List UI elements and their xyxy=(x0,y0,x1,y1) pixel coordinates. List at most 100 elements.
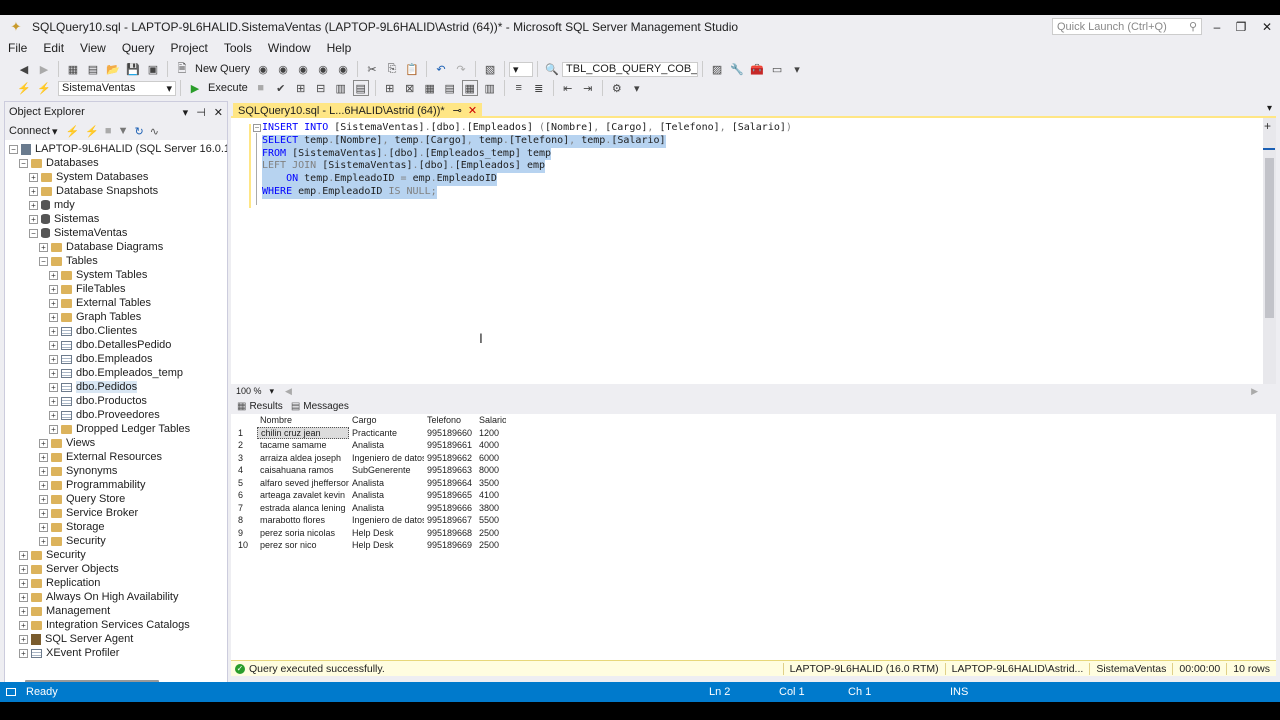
expand-icon[interactable]: + xyxy=(39,508,48,518)
grid-cell[interactable]: 995189669 xyxy=(424,540,476,550)
grid-cell[interactable]: 8000 xyxy=(476,465,506,475)
new-project-icon[interactable]: ▦ xyxy=(65,61,81,77)
menu-edit[interactable]: Edit xyxy=(35,41,72,55)
menu-tools[interactable]: Tools xyxy=(216,41,260,55)
toolbar-overflow-icon[interactable]: ▾ xyxy=(789,61,805,77)
tree-node-dropped-ledger-tables[interactable]: + Dropped Ledger Tables xyxy=(49,422,190,436)
table-row[interactable]: 2 tacame samame Analista 995189661 4000 xyxy=(235,439,506,452)
uncomment-icon[interactable]: ≣ xyxy=(531,80,547,96)
results-to-grid-icon[interactable]: ▦ xyxy=(461,80,478,96)
client-stats-icon[interactable]: ▦ xyxy=(422,80,438,96)
query-options-icon[interactable]: ▥ xyxy=(333,80,349,96)
grid-cell[interactable]: marabotto flores xyxy=(257,515,349,525)
close-tab-icon[interactable]: ✕ xyxy=(468,104,477,117)
new-query-icon[interactable]: 🗎 xyxy=(174,61,190,77)
toolbox-icon[interactable]: 🧰 xyxy=(749,61,765,77)
tree-node-databases[interactable]: − Databases xyxy=(19,156,99,170)
tree-node-dbo-proveedores[interactable]: + dbo.Proveedores xyxy=(49,408,160,422)
tree-node-external-tables[interactable]: + External Tables xyxy=(49,296,151,310)
toolbar2-overflow-icon[interactable]: ▾ xyxy=(629,80,645,96)
tree-node-dbo-empleados-temp[interactable]: + dbo.Empleados_temp xyxy=(49,366,183,380)
tree-node-xevent-profiler[interactable]: + XEvent Profiler xyxy=(19,646,119,660)
expand-icon[interactable]: + xyxy=(39,536,48,546)
activity-monitor-icon[interactable]: ▧ xyxy=(482,61,498,77)
save-all-icon[interactable]: ▣ xyxy=(145,61,161,77)
menu-view[interactable]: View xyxy=(72,41,114,55)
collapse-icon[interactable]: − xyxy=(19,158,28,168)
scroll-thumb[interactable] xyxy=(1265,158,1274,318)
column-header-cargo[interactable]: Cargo xyxy=(349,415,424,425)
tree-node-views[interactable]: + Views xyxy=(39,436,95,450)
zoom-combo[interactable]: 100 % ▾ xyxy=(233,385,277,397)
grid-cell[interactable]: 995189667 xyxy=(424,515,476,525)
query-editor[interactable]: − INSERT INTO [SistemaVentas].[dbo].[Emp… xyxy=(231,118,1276,396)
grid-cell[interactable]: Practicante xyxy=(349,428,424,438)
grid-cell[interactable]: Help Desk xyxy=(349,528,424,538)
grid-cell[interactable]: chilin cruz jean xyxy=(257,426,349,439)
tree-node-always-on-high-availability[interactable]: + Always On High Availability xyxy=(19,590,178,604)
xmla-query-icon[interactable]: ◉ xyxy=(315,61,331,77)
tree-node-storage[interactable]: + Storage xyxy=(39,520,105,534)
change-connection-icon[interactable]: ⚡ xyxy=(36,80,52,96)
grid-cell[interactable]: tacame samame xyxy=(257,440,349,450)
refresh-icon[interactable]: ↻ xyxy=(134,125,143,138)
grid-cell[interactable]: 3500 xyxy=(476,478,506,488)
expand-icon[interactable]: + xyxy=(49,382,58,392)
code-collapse-icon[interactable]: − xyxy=(253,124,261,132)
expand-icon[interactable]: + xyxy=(19,648,28,658)
grid-cell[interactable]: Analista xyxy=(349,490,424,500)
tree-node-external-resources[interactable]: + External Resources xyxy=(39,450,162,464)
live-stats-icon[interactable]: ⊠ xyxy=(402,80,418,96)
tree-node-server[interactable]: − LAPTOP-9L6HALID (SQL Server 16.0.1000.… xyxy=(9,142,227,156)
add-item-icon[interactable]: ▤ xyxy=(85,61,101,77)
connect-icon[interactable]: ⚡ xyxy=(16,80,32,96)
expand-icon[interactable]: + xyxy=(49,396,58,406)
open-file-icon[interactable]: 📂 xyxy=(105,61,121,77)
query-designer-icon[interactable]: ⊟ xyxy=(313,80,329,96)
expand-icon[interactable]: + xyxy=(39,522,48,532)
split-icon[interactable]: + xyxy=(1264,119,1271,133)
tree-node-dbo-pedidos[interactable]: + dbo.Pedidos xyxy=(49,380,138,394)
redo-icon[interactable]: ↷ xyxy=(453,61,469,77)
expand-icon[interactable]: + xyxy=(49,270,58,280)
expand-icon[interactable]: + xyxy=(39,242,48,252)
results-to-text-icon[interactable]: ▤ xyxy=(442,80,458,96)
wrench-icon[interactable]: 🔧 xyxy=(729,61,745,77)
table-row[interactable]: 7 estrada alanca lening Analista 995189666 3… xyxy=(235,502,506,515)
connect-dropdown-icon[interactable]: ▾ xyxy=(52,125,58,138)
cut-icon[interactable]: ✂ xyxy=(364,61,380,77)
grid-cell[interactable]: alfaro seved jhefferson xyxy=(257,478,349,488)
window-layout-icon[interactable]: ▭ xyxy=(769,61,785,77)
restore-button[interactable]: ❐ xyxy=(1228,17,1254,37)
expand-icon[interactable]: + xyxy=(49,298,58,308)
close-panel-icon[interactable]: ✕ xyxy=(214,106,223,119)
tree-node-tables[interactable]: − Tables xyxy=(39,254,98,268)
column-header-nombre[interactable]: Nombre xyxy=(257,415,349,425)
expand-icon[interactable]: + xyxy=(39,452,48,462)
tree-node-system-databases[interactable]: + System Databases xyxy=(29,170,148,184)
menu-query[interactable]: Query xyxy=(114,41,163,55)
tree-node-mdy[interactable]: + mdy xyxy=(29,198,75,212)
grid-cell[interactable]: perez sor nico xyxy=(257,540,349,550)
grid-cell[interactable]: arteaga zavalet kevin xyxy=(257,490,349,500)
table-row[interactable]: 9 perez soria nicolas Help Desk 995189668 25… xyxy=(235,527,506,540)
expand-icon[interactable]: + xyxy=(49,424,58,434)
close-window-button[interactable]: ✕ xyxy=(1254,17,1280,37)
parse-icon[interactable]: ✔ xyxy=(273,80,289,96)
stop-icon[interactable]: ■ xyxy=(105,125,112,137)
expand-icon[interactable]: + xyxy=(29,214,38,224)
table-row[interactable]: 10 perez sor nico Help Desk 995189669 2500 xyxy=(235,539,506,552)
grid-cell[interactable]: Ingeniero de datos xyxy=(349,515,424,525)
execute-icon[interactable]: ▶ xyxy=(187,80,203,96)
display-plan-icon[interactable]: ⊞ xyxy=(293,80,309,96)
tree-node-dbo-detallespedido[interactable]: + dbo.DetallesPedido xyxy=(49,338,171,352)
pin-icon[interactable]: ⊣ xyxy=(196,106,206,119)
tree-node-integration-services-catalogs[interactable]: + Integration Services Catalogs xyxy=(19,618,190,632)
grid-cell[interactable]: 4000 xyxy=(476,440,506,450)
properties-icon[interactable]: ▨ xyxy=(709,61,725,77)
table-row[interactable]: 1 chilin cruz jean Practicante 995189660 120… xyxy=(235,426,506,440)
grid-cell[interactable]: 995189665 xyxy=(424,490,476,500)
tab-list-dropdown-icon[interactable]: ▾ xyxy=(1267,103,1272,114)
sql-code[interactable]: INSERT INTO [SistemaVentas].[dbo].[Emple… xyxy=(262,122,792,199)
tree-node-management[interactable]: + Management xyxy=(19,604,110,618)
